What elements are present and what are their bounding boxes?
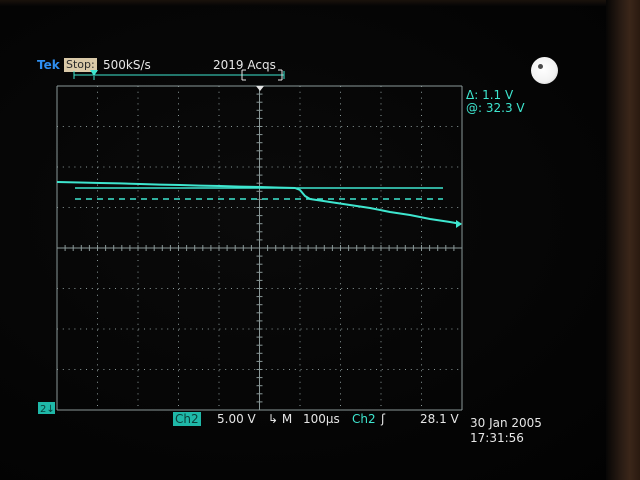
time-readout: 17:31:56 [470, 431, 524, 445]
trigger-level: 28.1 V [420, 412, 459, 426]
status-channel-badge: Ch2 [173, 412, 201, 426]
graticule [56, 85, 463, 411]
time-per-div: 100µs [303, 412, 340, 426]
trigger-level-marker-icon [456, 220, 462, 228]
volts-per-div: 5.00 V [217, 412, 256, 426]
mode-indicator: ↳ M [268, 412, 293, 426]
record-view-bar [73, 69, 285, 81]
trigger-position-marker-icon [256, 86, 264, 91]
date-readout: 30 Jan 2005 [470, 416, 542, 430]
trigger-channel: Ch2 [352, 412, 376, 426]
scope-display: 2↓ [38, 69, 463, 415]
trigger-slope-icon: ʃ [381, 412, 386, 426]
channel-marker-label: 2↓ [40, 404, 55, 415]
channel-box: Ch2 [173, 412, 201, 426]
